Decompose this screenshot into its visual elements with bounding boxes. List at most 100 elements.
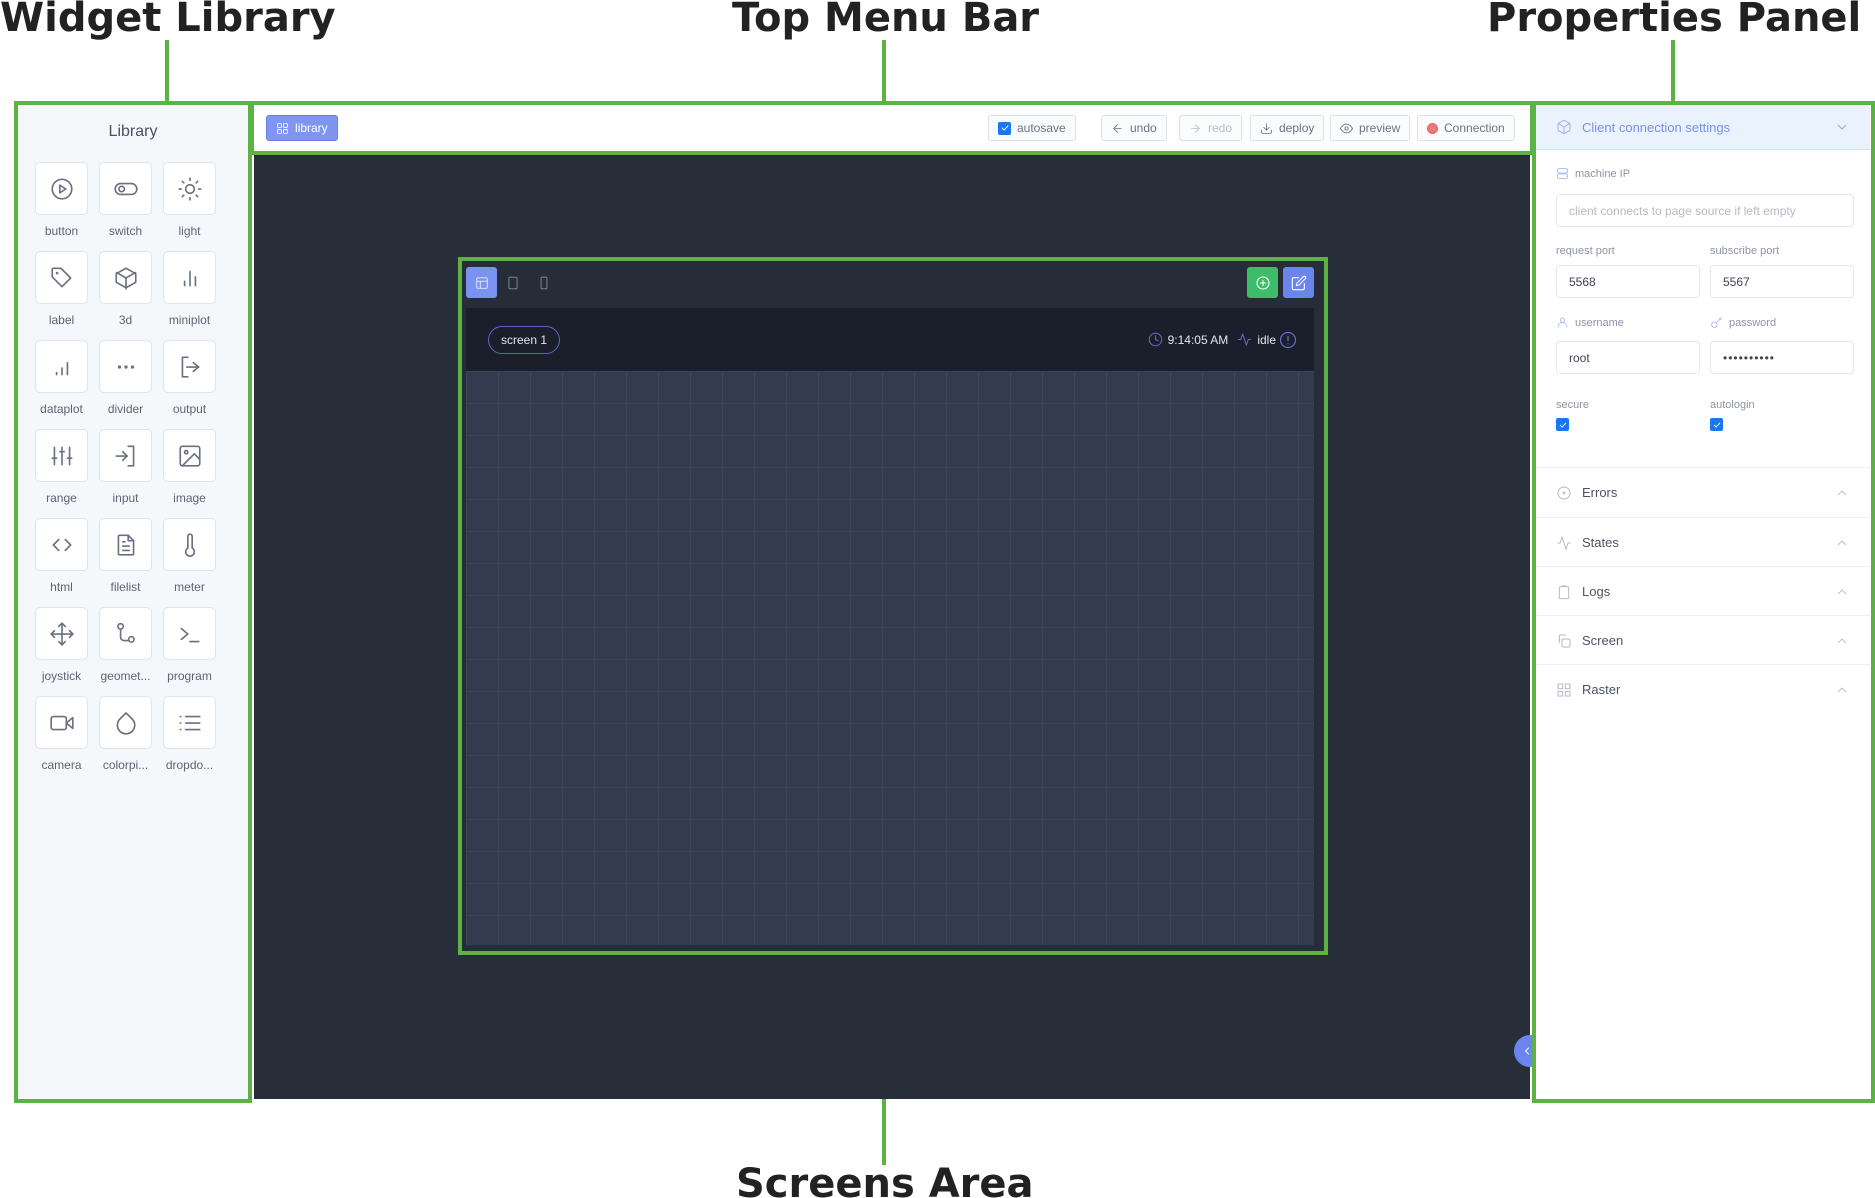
subscribe-port-label: subscribe port <box>1710 245 1780 257</box>
library-button-label: library <box>295 121 328 135</box>
widget-tile[interactable] <box>163 251 216 304</box>
deploy-button[interactable]: deploy <box>1250 115 1325 141</box>
widget-tile[interactable] <box>163 162 216 215</box>
widget-item-dataplot[interactable]: dataplot <box>35 340 88 429</box>
alert-button[interactable] <box>1279 331 1297 349</box>
widget-label: image <box>173 491 206 505</box>
widget-item-program[interactable]: program <box>163 607 216 696</box>
section-errors[interactable]: Errors <box>1536 467 1870 517</box>
autosave-checkbox[interactable] <box>998 121 1011 135</box>
section-raster[interactable]: Raster <box>1536 664 1870 714</box>
screen-grid-canvas[interactable] <box>466 371 1314 945</box>
plus-circle-icon <box>1255 275 1270 290</box>
screens-area: screen 1 9:14:05 AM idle <box>254 155 1546 1099</box>
list-icon <box>178 715 201 730</box>
widget-item-image[interactable]: image <box>163 429 216 518</box>
screen-status: 9:14:05 AM idle <box>1148 332 1276 347</box>
dots-icon <box>117 364 134 369</box>
machine-ip-input[interactable] <box>1556 194 1854 227</box>
screen-header: screen 1 9:14:05 AM idle <box>466 308 1314 371</box>
section-screen[interactable]: Screen <box>1536 615 1870 665</box>
username-input[interactable] <box>1556 341 1700 374</box>
widget-label: colorpi... <box>102 758 149 772</box>
phone-layout-button[interactable] <box>528 267 559 298</box>
widget-tile[interactable] <box>35 162 88 215</box>
widget-item-dropdo[interactable]: dropdo... <box>163 696 216 785</box>
password-input[interactable] <box>1710 341 1854 374</box>
widget-tile[interactable] <box>99 340 152 393</box>
secure-checkbox[interactable] <box>1556 418 1569 431</box>
widget-tile[interactable] <box>99 518 152 571</box>
widget-tile[interactable] <box>163 696 216 749</box>
file-text-icon <box>117 533 134 556</box>
widget-tile[interactable] <box>163 429 216 482</box>
widget-item-button[interactable]: button <box>35 162 88 251</box>
widget-label: light <box>178 224 201 238</box>
widget-item-light[interactable]: light <box>163 162 216 251</box>
widget-tile[interactable] <box>99 696 152 749</box>
connection-button[interactable]: Connection <box>1417 115 1515 141</box>
preview-button[interactable]: preview <box>1330 115 1411 141</box>
subscribe-port-input[interactable] <box>1710 265 1854 298</box>
screen-actions <box>1247 267 1314 298</box>
tablet-icon <box>507 276 518 289</box>
widget-item-switch[interactable]: switch <box>99 162 152 251</box>
section-logs[interactable]: Logs <box>1536 566 1870 616</box>
screen-state: idle <box>1257 332 1276 347</box>
x-circle-icon <box>1557 486 1571 499</box>
connection-status-dot <box>1427 122 1438 134</box>
widget-label: miniplot <box>168 313 211 327</box>
widget-item-output[interactable]: output <box>163 340 216 429</box>
widget-item-camera[interactable]: camera <box>35 696 88 785</box>
widget-tile[interactable] <box>99 607 152 660</box>
screen-tab[interactable]: screen 1 <box>488 326 561 354</box>
autologin-checkbox[interactable] <box>1710 418 1723 431</box>
server-icon <box>1557 168 1568 179</box>
request-port-input[interactable] <box>1556 265 1700 298</box>
widget-item-3d[interactable]: 3d <box>99 251 152 340</box>
sliders-icon <box>50 446 73 465</box>
widget-tile[interactable] <box>35 251 88 304</box>
widget-item-input[interactable]: input <box>99 429 152 518</box>
widget-tile[interactable] <box>35 696 88 749</box>
password-label-text: password <box>1729 316 1777 329</box>
image-icon <box>178 444 201 467</box>
widget-item-miniplot[interactable]: miniplot <box>163 251 216 340</box>
widget-grid: button switch light label 3d miniplot dataplot… <box>35 162 216 785</box>
tablet-layout-button[interactable] <box>497 267 528 298</box>
widget-label: camera <box>41 758 82 772</box>
widget-item-label[interactable]: label <box>35 251 88 340</box>
desktop-layout-button[interactable] <box>466 267 497 298</box>
section-logs-label: Logs <box>1582 584 1611 599</box>
widget-tile[interactable] <box>35 607 88 660</box>
edit-screen-button[interactable] <box>1283 267 1314 298</box>
autosave-toggle[interactable]: autosave <box>988 115 1076 141</box>
widget-item-divider[interactable]: divider <box>99 340 152 429</box>
add-screen-button[interactable] <box>1247 267 1278 298</box>
widget-tile[interactable] <box>99 162 152 215</box>
section-states[interactable]: States <box>1536 517 1870 567</box>
widget-label: dropdo... <box>165 758 214 772</box>
redo-button[interactable]: redo <box>1179 115 1243 141</box>
widget-item-geomet[interactable]: geomet... <box>99 607 152 696</box>
widget-tile[interactable] <box>35 429 88 482</box>
widget-tile[interactable] <box>99 251 152 304</box>
widget-item-range[interactable]: range <box>35 429 88 518</box>
chevron-up-icon <box>1837 539 1847 545</box>
widget-tile[interactable] <box>99 429 152 482</box>
client-connection-settings-header[interactable]: Client connection settings <box>1536 105 1870 150</box>
widget-tile[interactable] <box>35 340 88 393</box>
widget-item-joystick[interactable]: joystick <box>35 607 88 696</box>
undo-button[interactable]: undo <box>1101 115 1167 141</box>
widget-tile[interactable] <box>163 607 216 660</box>
widget-tile[interactable] <box>35 518 88 571</box>
section-screen-label: Screen <box>1582 633 1624 648</box>
widget-tile[interactable] <box>163 340 216 393</box>
widget-item-meter[interactable]: meter <box>163 518 216 607</box>
widget-tile[interactable] <box>163 518 216 571</box>
widget-item-html[interactable]: html <box>35 518 88 607</box>
widget-item-filelist[interactable]: filelist <box>99 518 152 607</box>
widget-item-colorpi[interactable]: colorpi... <box>99 696 152 785</box>
request-port-label: request port <box>1556 245 1615 257</box>
library-toggle-button[interactable]: library <box>266 115 338 141</box>
